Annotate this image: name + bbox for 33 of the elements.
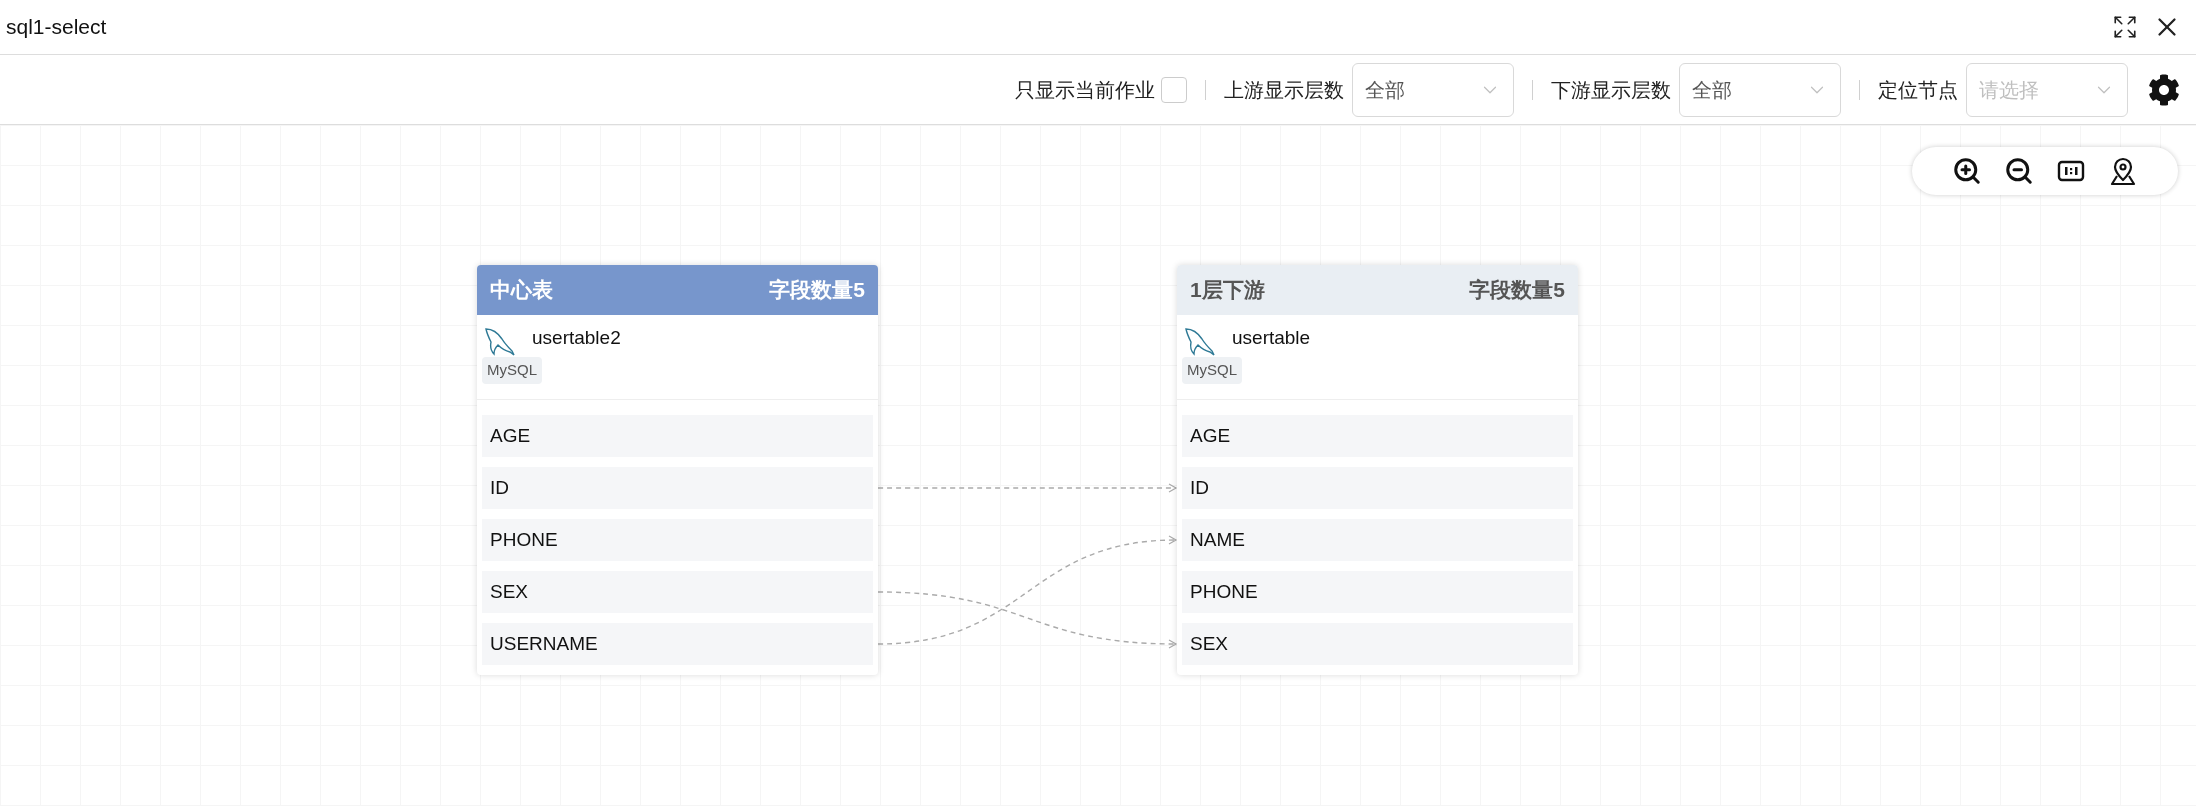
field-row[interactable]: ID xyxy=(482,467,873,509)
location-pin-icon[interactable] xyxy=(2108,156,2138,186)
zoom-out-icon[interactable] xyxy=(2004,156,2034,186)
field-row[interactable]: SEX xyxy=(1182,623,1573,665)
table-card[interactable]: 中心表 字段数量5 usertable2 MySQL AGE ID PHONE SEX USERNAME xyxy=(477,265,878,675)
window-title: sql1-select xyxy=(6,14,107,41)
card-title: 1层下游 xyxy=(1190,277,1265,304)
field-row[interactable]: PHONE xyxy=(482,519,873,561)
table-card[interactable]: 1层下游 字段数量5 usertable MySQL AGE ID NAME PHONE SEX xyxy=(1177,265,1578,675)
db-type-tag: MySQL xyxy=(482,357,542,384)
field-row[interactable]: USERNAME xyxy=(482,623,873,665)
field-count: 字段数量5 xyxy=(1469,277,1565,304)
field-label: 定位节点 xyxy=(1878,77,1958,103)
field-row[interactable]: AGE xyxy=(1182,415,1573,457)
field-label: 只显示当前作业 xyxy=(1015,77,1155,103)
zoom-in-icon[interactable] xyxy=(1952,156,1982,186)
table-name: usertable xyxy=(1232,325,1311,350)
field-row[interactable]: SEX xyxy=(482,571,873,613)
field-row[interactable]: ID xyxy=(1182,467,1573,509)
card-title: 中心表 xyxy=(490,277,553,304)
field-label: 上游显示层数 xyxy=(1224,77,1344,103)
settings-icon[interactable] xyxy=(2148,73,2180,106)
field-row[interactable]: PHONE xyxy=(1182,571,1573,613)
dropdown-field[interactable]: 全部 xyxy=(1352,62,1514,117)
expand-icon[interactable] xyxy=(2112,14,2138,40)
field-row[interactable]: NAME xyxy=(1182,519,1573,561)
field-count: 字段数量5 xyxy=(769,277,865,304)
field-row[interactable]: AGE xyxy=(482,415,873,457)
table-name: usertable2 xyxy=(532,325,621,350)
dropdown-field[interactable]: 全部 xyxy=(1679,62,1841,117)
checkbox[interactable] xyxy=(1161,76,1187,103)
field-label: 下游显示层数 xyxy=(1551,77,1671,103)
db-type-tag: MySQL xyxy=(1182,357,1242,384)
